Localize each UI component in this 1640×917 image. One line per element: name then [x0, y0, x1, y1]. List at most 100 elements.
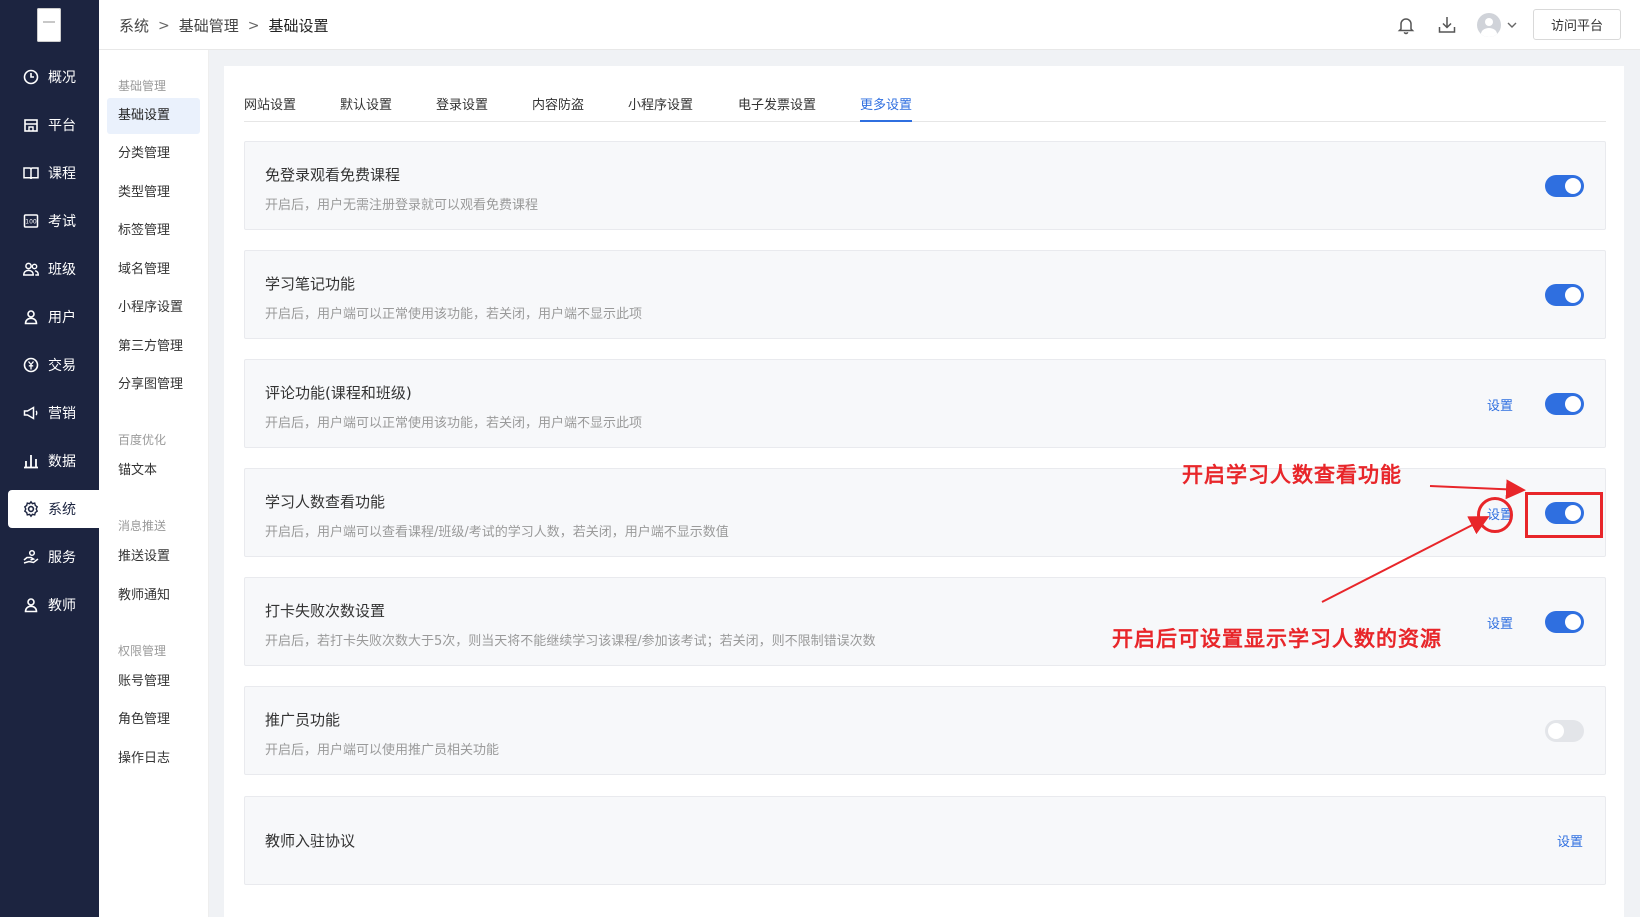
nav-item-service[interactable]: 服务 — [8, 538, 99, 576]
nav-item-exam[interactable]: 100 考试 — [8, 202, 99, 240]
sub-item-mini-program[interactable]: 小程序设置 — [107, 290, 200, 326]
nav-item-label: 服务 — [48, 550, 76, 566]
setting-toggle[interactable] — [1545, 393, 1584, 415]
nav-item-label: 数据 — [48, 454, 76, 470]
breadcrumb-separator: > — [158, 17, 170, 34]
setting-toggle[interactable] — [1545, 284, 1584, 306]
store-icon — [22, 116, 40, 134]
visit-platform-button[interactable]: 访问平台 — [1533, 9, 1621, 40]
nav-item-user[interactable]: 用户 — [8, 298, 99, 336]
setting-title: 评论功能(课程和班级) — [265, 384, 412, 402]
group-icon — [22, 260, 40, 278]
chevron-down-icon[interactable] — [1505, 17, 1519, 31]
nav-item-class[interactable]: 班级 — [8, 250, 99, 288]
sub-item-role[interactable]: 角色管理 — [107, 702, 200, 738]
setting-description: 开启后，若打卡失败次数大于5次，则当天将不能继续学习该课程/参加该考试；若关闭，… — [265, 634, 876, 649]
nav-item-label: 系统 — [48, 502, 76, 518]
nav-item-data[interactable]: 数据 — [8, 442, 99, 480]
tab-mini-program[interactable]: 小程序设置 — [628, 94, 693, 122]
book-icon — [22, 164, 40, 182]
annotation-highlight-box — [1525, 492, 1603, 538]
sub-item-anchor-text[interactable]: 锚文本 — [107, 453, 200, 489]
setting-config-link[interactable]: 设置 — [1487, 395, 1513, 414]
bar-chart-icon — [22, 452, 40, 470]
nav-item-label: 教师 — [48, 598, 76, 614]
svg-text:100: 100 — [25, 219, 37, 226]
nav-item-trade[interactable]: 交易 — [8, 346, 99, 384]
sub-item-type[interactable]: 类型管理 — [107, 175, 200, 211]
nav-item-label: 平台 — [48, 118, 76, 134]
sub-item-teacher-notice[interactable]: 教师通知 — [107, 578, 200, 614]
sub-group-title: 消息推送 — [118, 519, 167, 533]
setting-card-notes: 学习笔记功能 开启后，用户端可以正常使用该功能，若关闭，用户端不显示此项 — [244, 250, 1606, 339]
tab-e-invoice[interactable]: 电子发票设置 — [738, 94, 816, 122]
gear-icon — [22, 500, 40, 518]
sub-item-domain[interactable]: 域名管理 — [107, 252, 200, 288]
avatar[interactable] — [1477, 13, 1501, 37]
setting-title: 教师入驻协议 — [265, 832, 356, 850]
sub-item-push-settings[interactable]: 推送设置 — [107, 539, 200, 575]
sub-item-account[interactable]: 账号管理 — [107, 664, 200, 700]
nav-item-label: 营销 — [48, 406, 76, 422]
setting-card-promoter: 推广员功能 开启后，用户端可以使用推广员相关功能 — [244, 686, 1606, 775]
breadcrumb-separator: > — [247, 17, 260, 34]
clock-icon — [22, 68, 40, 86]
nav-item-course[interactable]: 课程 — [8, 154, 99, 192]
setting-description: 开启后，用户端可以正常使用该功能，若关闭，用户端不显示此项 — [265, 416, 643, 431]
sub-item-tag[interactable]: 标签管理 — [107, 213, 200, 249]
breadcrumb-item[interactable]: 系统 — [119, 15, 149, 36]
breadcrumb-item[interactable]: 基础管理 — [179, 15, 239, 36]
download-icon[interactable] — [1436, 14, 1458, 36]
setting-card-teacher-agreement: 教师入驻协议 设置 — [244, 796, 1606, 885]
tab-website[interactable]: 网站设置 — [244, 94, 296, 122]
sub-item-third-party[interactable]: 第三方管理 — [107, 329, 200, 365]
setting-title: 推广员功能 — [265, 711, 341, 729]
setting-config-link[interactable]: 设置 — [1487, 613, 1513, 632]
nav-item-overview[interactable]: 概况 — [8, 58, 99, 96]
tab-more-settings[interactable]: 更多设置 — [860, 94, 913, 122]
tab-login[interactable]: 登录设置 — [436, 94, 488, 122]
nav-item-label: 考试 — [48, 214, 76, 230]
app-logo[interactable] — [37, 8, 61, 42]
setting-toggle[interactable] — [1545, 611, 1584, 633]
sub-group-title: 百度优化 — [118, 433, 167, 447]
sub-group-title: 权限管理 — [118, 644, 167, 658]
breadcrumb-current: 基础设置 — [268, 17, 329, 35]
nav-item-system[interactable]: 系统 — [8, 490, 99, 528]
tab-default[interactable]: 默认设置 — [340, 94, 392, 122]
nav-item-label: 交易 — [48, 358, 76, 374]
yen-icon — [22, 356, 40, 374]
sub-menu: 基础管理 基础设置 分类管理 类型管理 标签管理 域名管理 小程序设置 第三方管… — [99, 50, 209, 917]
nav-item-teacher[interactable]: 教师 — [8, 586, 99, 624]
sub-item-category[interactable]: 分类管理 — [107, 136, 200, 172]
nav-item-label: 用户 — [48, 310, 76, 326]
sub-item-share-image[interactable]: 分享图管理 — [107, 367, 200, 403]
sub-item-basic-settings[interactable]: 基础设置 — [107, 98, 200, 134]
nav-item-marketing[interactable]: 营销 — [8, 394, 99, 432]
sub-item-operation-log[interactable]: 操作日志 — [107, 741, 200, 777]
nav-item-platform[interactable]: 平台 — [8, 106, 99, 144]
bell-icon[interactable] — [1395, 14, 1417, 36]
breadcrumb: 系统 > 基础管理 > 基础设置 — [119, 15, 329, 36]
exam-icon: 100 — [22, 212, 40, 230]
settings-tabs: 网站设置 默认设置 登录设置 内容防盗 小程序设置 电子发票设置 更多设置 — [244, 90, 1606, 122]
megaphone-icon — [22, 404, 40, 422]
service-icon — [22, 548, 40, 566]
setting-description: 开启后，用户端可以使用推广员相关功能 — [265, 743, 500, 758]
setting-description: 开启后，用户端可以查看课程/班级/考试的学习人数，若关闭，用户端不显示数值 — [265, 525, 729, 540]
setting-toggle[interactable] — [1545, 720, 1584, 742]
setting-title: 学习笔记功能 — [265, 275, 356, 293]
annotation-highlight-circle — [1477, 497, 1513, 533]
main-nav: 概况 平台 课程 100 考试 班级 用户 交易 营销 数据 系统 服务 教师 — [0, 0, 99, 917]
setting-config-link[interactable]: 设置 — [1557, 831, 1583, 850]
setting-title: 学习人数查看功能 — [265, 493, 386, 511]
setting-description: 开启后，用户无需注册登录就可以观看免费课程 — [265, 198, 539, 213]
setting-toggle[interactable] — [1545, 175, 1584, 197]
nav-item-label: 班级 — [48, 262, 76, 278]
tab-anti-piracy[interactable]: 内容防盗 — [532, 94, 584, 122]
nav-item-label: 课程 — [48, 166, 76, 182]
setting-card-comments: 评论功能(课程和班级) 开启后，用户端可以正常使用该功能，若关闭，用户端不显示此… — [244, 359, 1606, 448]
setting-title: 免登录观看免费课程 — [265, 166, 401, 184]
sub-group-title: 基础管理 — [118, 79, 167, 93]
setting-description: 开启后，用户端可以正常使用该功能，若关闭，用户端不显示此项 — [265, 307, 643, 322]
